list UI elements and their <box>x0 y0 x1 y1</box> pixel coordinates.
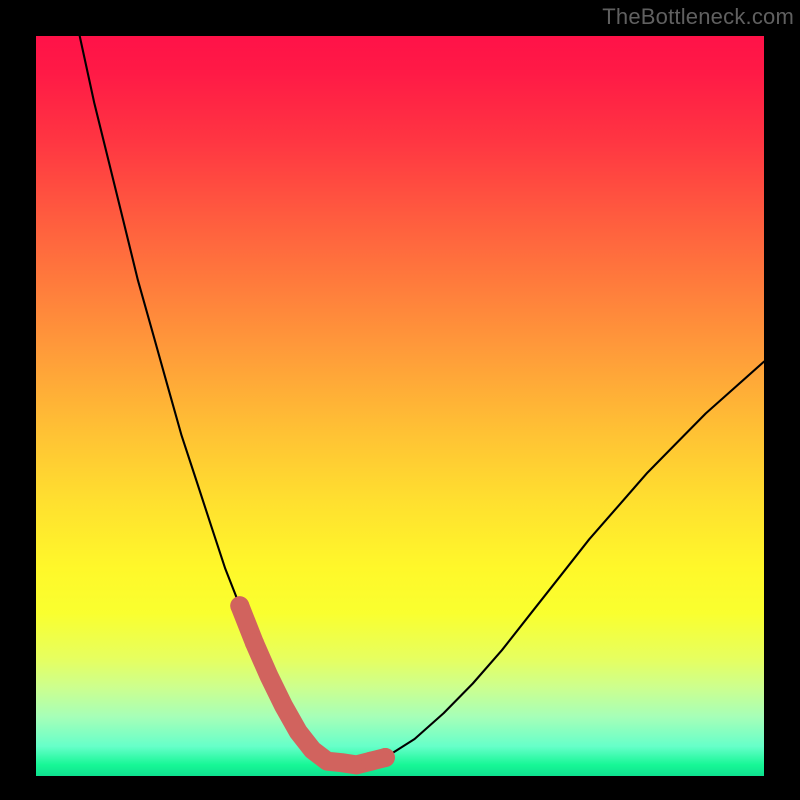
bottleneck-curve-path <box>80 36 764 765</box>
watermark-text: TheBottleneck.com <box>602 4 794 30</box>
curve-layer <box>80 36 764 774</box>
highlight-dot <box>376 748 395 767</box>
chart-frame: TheBottleneck.com <box>0 0 800 800</box>
highlight-dot <box>245 633 264 652</box>
highlight-underlay <box>240 606 386 765</box>
highlight-marker-layer <box>80 36 764 774</box>
highlight-dot <box>230 596 249 615</box>
plot-area <box>36 36 764 776</box>
chart-svg <box>36 36 764 776</box>
